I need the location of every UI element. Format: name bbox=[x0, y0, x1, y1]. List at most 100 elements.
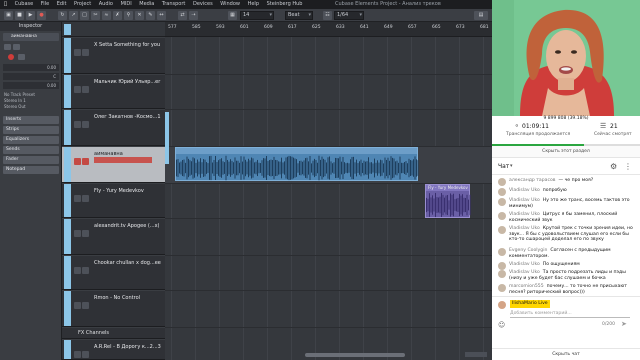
track-name[interactable]: alexandrit.tv Apogee (...x) bbox=[94, 223, 160, 229]
record-armed-bar[interactable] bbox=[94, 157, 152, 163]
settings-gear-icon[interactable]: ⚙ bbox=[610, 162, 617, 171]
split-icon[interactable]: ✂ bbox=[91, 11, 100, 20]
track-buttons[interactable] bbox=[74, 259, 90, 274]
audio-event-small[interactable]: Fly - Yury Medevkov bbox=[425, 184, 471, 218]
avatar[interactable] bbox=[498, 262, 506, 270]
snap-icon[interactable]: ⇄ bbox=[178, 11, 187, 20]
object-select-icon[interactable]: ↗ bbox=[69, 11, 78, 20]
track-row[interactable]: A.R.Rel - В Дорогу к...2...3 bbox=[62, 340, 165, 360]
message-author[interactable]: Evgeny Coolygin bbox=[509, 248, 547, 253]
avatar[interactable] bbox=[498, 212, 506, 220]
menu-item-window[interactable]: Window bbox=[217, 0, 243, 9]
track-row[interactable]: Олег Закатнов -Космо...1 bbox=[62, 110, 165, 146]
menu-item-transport[interactable]: Transport bbox=[159, 0, 188, 9]
input-routing-select[interactable]: Stereo In 1 bbox=[4, 98, 58, 103]
volume-knob[interactable]: 0.00 bbox=[3, 64, 59, 71]
track-buttons[interactable] bbox=[74, 294, 90, 309]
track-name[interactable]: Fly - Yury Medevkov bbox=[94, 188, 144, 194]
horizontal-scrollbar[interactable] bbox=[305, 353, 405, 357]
folder-name[interactable]: FX Channels bbox=[78, 330, 109, 336]
auto-scroll-icon[interactable]: ⇢ bbox=[189, 11, 198, 20]
track-buttons[interactable] bbox=[74, 41, 90, 56]
track-row[interactable]: alexandrit.tv Apogee (...x) bbox=[62, 219, 165, 255]
track-buttons[interactable] bbox=[74, 78, 90, 93]
track-preset-select[interactable]: No Track Preset bbox=[4, 92, 58, 97]
track-buttons[interactable] bbox=[74, 222, 90, 237]
zoom-icon[interactable]: ⚲ bbox=[124, 11, 133, 20]
track-name[interactable]: Rmon - No Control bbox=[94, 295, 140, 301]
avatar[interactable] bbox=[498, 198, 506, 206]
hide-chat-button[interactable]: Скрыть чат bbox=[492, 348, 640, 360]
section-strips[interactable]: Strips bbox=[3, 126, 59, 134]
stop-icon[interactable]: ■ bbox=[15, 11, 24, 20]
more-vert-icon[interactable]: ⋮ bbox=[624, 162, 632, 171]
left-locator-marker[interactable] bbox=[165, 112, 169, 164]
track-row-selected[interactable]: аиманавна bbox=[62, 147, 165, 183]
emoji-icon[interactable]: ☺ bbox=[498, 321, 505, 329]
track-row[interactable]: Rmon - No Control bbox=[62, 291, 165, 327]
output-routing-select[interactable]: Stereo Out bbox=[4, 104, 58, 109]
grid-icon[interactable]: ▦ bbox=[228, 11, 237, 20]
menu-item-steinberg-hub[interactable]: Steinberg Hub bbox=[264, 0, 306, 9]
menu-item-project[interactable]: Project bbox=[71, 0, 94, 9]
hide-section-button[interactable]: Скрыть этот раздел bbox=[492, 146, 640, 158]
erase-icon[interactable]: ✗ bbox=[113, 11, 122, 20]
avatar[interactable] bbox=[498, 178, 506, 186]
message-author[interactable]: александр тарасов bbox=[509, 178, 556, 183]
track-row[interactable]: Мальчик Юрий Ульяр...er bbox=[62, 75, 165, 109]
grid-type-select[interactable]: 14 ▾ bbox=[240, 11, 274, 20]
monitor-button[interactable] bbox=[18, 54, 25, 60]
menu-item-help[interactable]: Help bbox=[245, 0, 262, 9]
send-icon[interactable]: ➤ bbox=[621, 320, 627, 328]
menu-item-edit[interactable]: Edit bbox=[54, 0, 70, 9]
avatar[interactable] bbox=[498, 248, 506, 256]
play-icon[interactable]: ▶ bbox=[26, 11, 35, 20]
chat-title[interactable]: Чат bbox=[498, 163, 509, 170]
inspector-toggle-icon[interactable]: ▣ bbox=[4, 11, 13, 20]
track-name[interactable]: X Setta Something for you bbox=[94, 42, 160, 48]
section-inserts[interactable]: Inserts bbox=[3, 116, 59, 124]
avatar[interactable] bbox=[498, 226, 506, 234]
menu-item-audio[interactable]: Audio bbox=[96, 0, 116, 9]
section-fader[interactable]: Fader bbox=[3, 156, 59, 164]
track-name[interactable]: Олег Закатнов -Космо...1 bbox=[94, 114, 161, 120]
menu-item-midi[interactable]: MIDI bbox=[118, 0, 135, 9]
track-row[interactable]: Chookar chullan x dog...ee bbox=[62, 256, 165, 290]
track-buttons[interactable] bbox=[74, 187, 90, 202]
fx-channels-folder[interactable]: FX Channels bbox=[62, 328, 165, 339]
message-author[interactable]: Vladislav Uko bbox=[509, 188, 540, 193]
message-author[interactable]: Vladislav Uko bbox=[509, 226, 540, 231]
track-buttons[interactable] bbox=[74, 343, 90, 358]
menu-item-cubase[interactable]: Cubase bbox=[12, 0, 37, 9]
track-buttons[interactable] bbox=[74, 113, 90, 128]
chevron-down-icon[interactable]: ▾ bbox=[510, 163, 513, 169]
chat-input[interactable]: Добавить комментарий... bbox=[510, 310, 630, 318]
message-author[interactable]: Vladislav Uko bbox=[509, 198, 540, 203]
cycle-icon[interactable]: ↻ bbox=[58, 11, 67, 20]
window-layout-icon[interactable]: ▤ bbox=[474, 11, 488, 20]
message-author[interactable]: Vladislav Uko bbox=[509, 262, 540, 267]
record-icon[interactable]: ● bbox=[37, 11, 46, 20]
pan-knob[interactable]: C bbox=[3, 73, 59, 80]
time-warp-icon[interactable]: ↔ bbox=[157, 11, 166, 20]
draw-icon[interactable]: ✎ bbox=[146, 11, 155, 20]
mute-tool-icon[interactable]: ✕ bbox=[135, 11, 144, 20]
track-name[interactable]: Chookar chullan x dog...ee bbox=[94, 260, 161, 266]
inspector-track-name[interactable]: аиманавна bbox=[3, 33, 59, 41]
track-row[interactable]: X Setta Something for you bbox=[62, 38, 165, 74]
quantize-type-select[interactable]: Beat ▾ bbox=[285, 11, 313, 20]
avatar[interactable] bbox=[498, 284, 506, 292]
section-sends[interactable]: Sends bbox=[3, 146, 59, 154]
record-enable-icon[interactable] bbox=[8, 54, 14, 60]
track-buttons[interactable] bbox=[74, 150, 90, 165]
solo-button[interactable] bbox=[13, 44, 20, 50]
menu-item-media[interactable]: Media bbox=[136, 0, 157, 9]
message-author[interactable]: Vladislav Uko bbox=[509, 270, 540, 275]
message-author[interactable]: Vladislav Uko bbox=[509, 212, 540, 217]
message-author[interactable]: marcomion555 bbox=[509, 284, 544, 289]
section-notepad[interactable]: Notepad bbox=[3, 166, 59, 174]
zoom-slider[interactable] bbox=[465, 352, 487, 357]
mute-button[interactable] bbox=[4, 44, 11, 50]
range-select-icon[interactable]: □ bbox=[80, 11, 89, 20]
timeline-ruler[interactable]: 577 585 593 601 609 617 625 633 641 649 … bbox=[165, 22, 492, 37]
